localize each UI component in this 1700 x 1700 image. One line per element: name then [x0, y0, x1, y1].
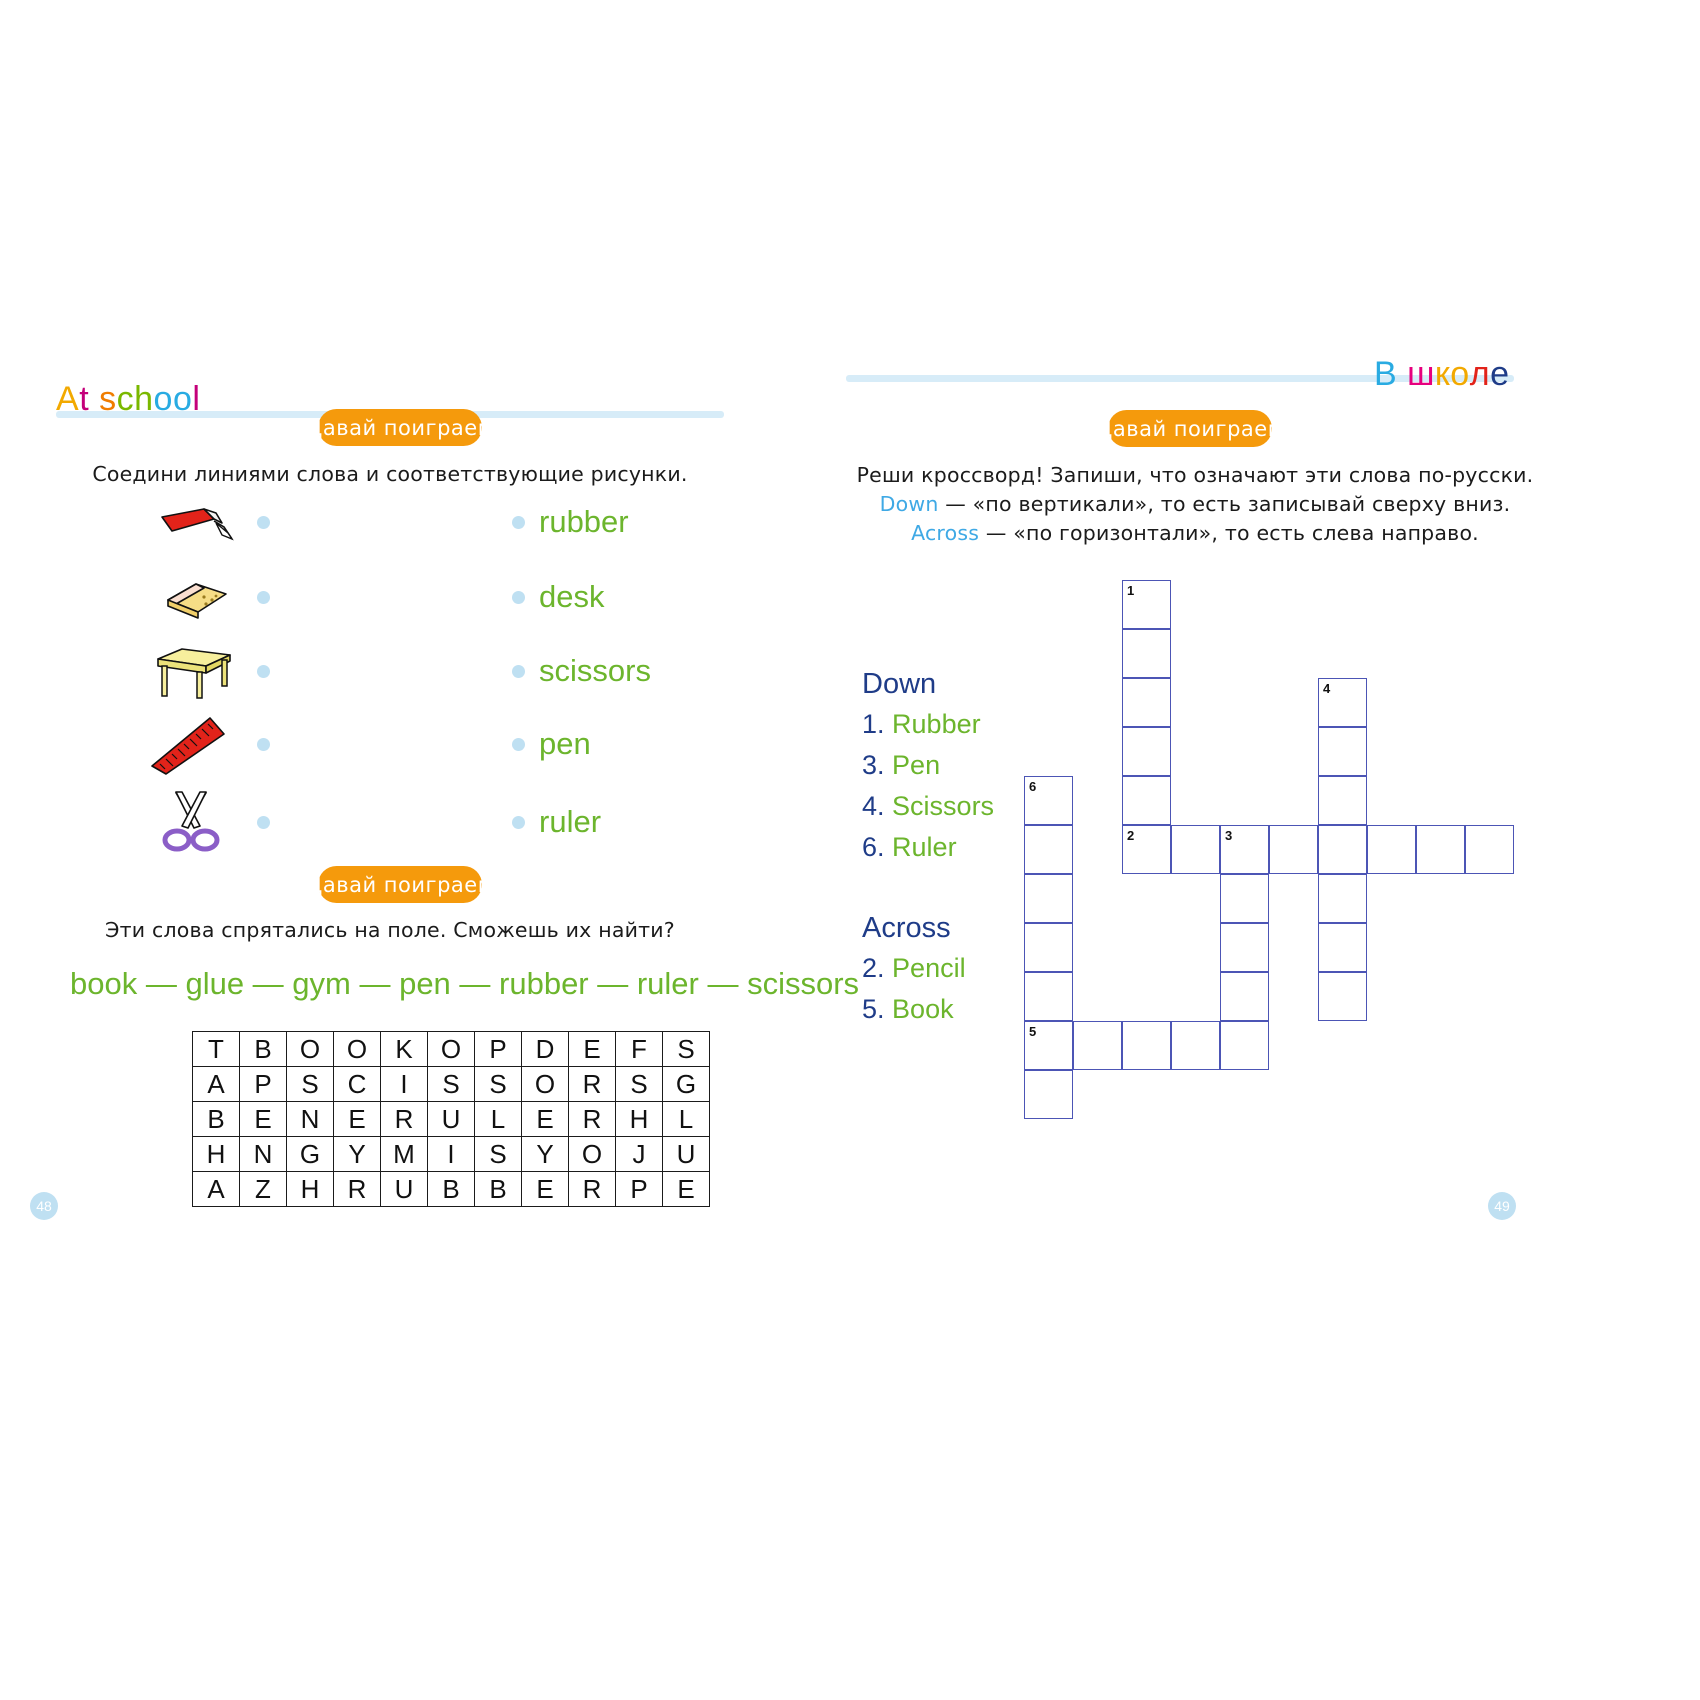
crossword-cell[interactable]	[1318, 972, 1367, 1021]
crossword-cell[interactable]	[1024, 825, 1073, 874]
crossword-number: 3	[1225, 828, 1233, 843]
crossword-cell[interactable]	[1416, 825, 1465, 874]
crossword-cell[interactable]	[1024, 923, 1073, 972]
crossword-cell[interactable]	[1220, 874, 1269, 923]
crossword-cell[interactable]	[1122, 629, 1171, 678]
crossword-cell[interactable]	[1073, 1021, 1122, 1070]
crossword-cell[interactable]	[1024, 874, 1073, 923]
crossword-cell[interactable]	[1024, 1070, 1073, 1119]
crossword-cell[interactable]	[1122, 727, 1171, 776]
crossword-cell[interactable]	[1122, 776, 1171, 825]
crossword-cell[interactable]	[1220, 1021, 1269, 1070]
crossword-cell[interactable]	[1122, 1021, 1171, 1070]
crossword-number: 1	[1127, 583, 1135, 598]
crossword-cell[interactable]	[1318, 874, 1367, 923]
crossword-cell[interactable]	[1318, 727, 1367, 776]
crossword-cell[interactable]	[1122, 678, 1171, 727]
page-number-right: 49	[1488, 1192, 1516, 1220]
crossword-cell[interactable]	[1220, 972, 1269, 1021]
crossword-cell[interactable]	[1318, 825, 1367, 874]
crossword-cell[interactable]	[1318, 923, 1367, 972]
crossword-cell[interactable]	[1024, 972, 1073, 1021]
crossword-number: 6	[1029, 779, 1037, 794]
crossword-cell[interactable]	[1318, 776, 1367, 825]
crossword-number: 5	[1029, 1024, 1037, 1039]
crossword-grid[interactable]: 1 4 6 2 3 5	[0, 0, 1700, 1700]
crossword-cell[interactable]	[1367, 825, 1416, 874]
crossword-cell[interactable]	[1269, 825, 1318, 874]
crossword-cell[interactable]	[1465, 825, 1514, 874]
crossword-number: 4	[1323, 681, 1331, 696]
crossword-cell[interactable]	[1171, 825, 1220, 874]
right-page: В школе Давай поиграем Реши кроссворд! З…	[0, 0, 1700, 1700]
crossword-cell[interactable]	[1171, 1021, 1220, 1070]
crossword-cell[interactable]	[1220, 923, 1269, 972]
crossword-number: 2	[1127, 828, 1135, 843]
